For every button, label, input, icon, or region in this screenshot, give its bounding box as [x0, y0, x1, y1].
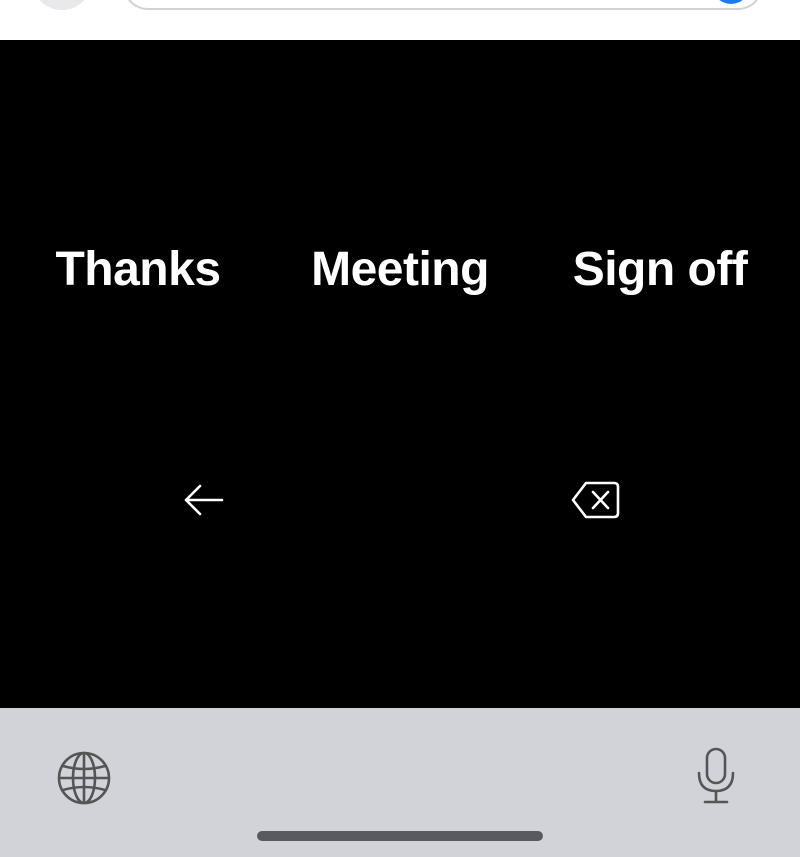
suggestion-row: Thanks Meeting Sign off: [0, 240, 800, 300]
keyboard-bar: [0, 708, 800, 857]
backspace-icon: [571, 481, 620, 519]
back-button[interactable]: [172, 468, 236, 532]
suggestion-thanks[interactable]: Thanks: [8, 240, 268, 300]
globe-icon: [57, 751, 111, 805]
composer-bar: [0, 0, 800, 40]
arrow-left-icon: [184, 484, 224, 516]
microphone-icon: [697, 747, 735, 804]
delete-button[interactable]: [563, 468, 627, 532]
suggestion-sign-off[interactable]: Sign off: [530, 240, 790, 300]
dictation-button[interactable]: [684, 744, 748, 808]
screen: Thanks Meeting Sign off: [0, 0, 800, 857]
home-indicator[interactable]: [257, 831, 543, 841]
avatar[interactable]: [32, 0, 92, 10]
globe-button[interactable]: [52, 746, 116, 810]
suggestion-meeting[interactable]: Meeting: [270, 240, 530, 300]
suggestion-panel: Thanks Meeting Sign off: [0, 40, 800, 708]
message-input[interactable]: [123, 0, 763, 10]
